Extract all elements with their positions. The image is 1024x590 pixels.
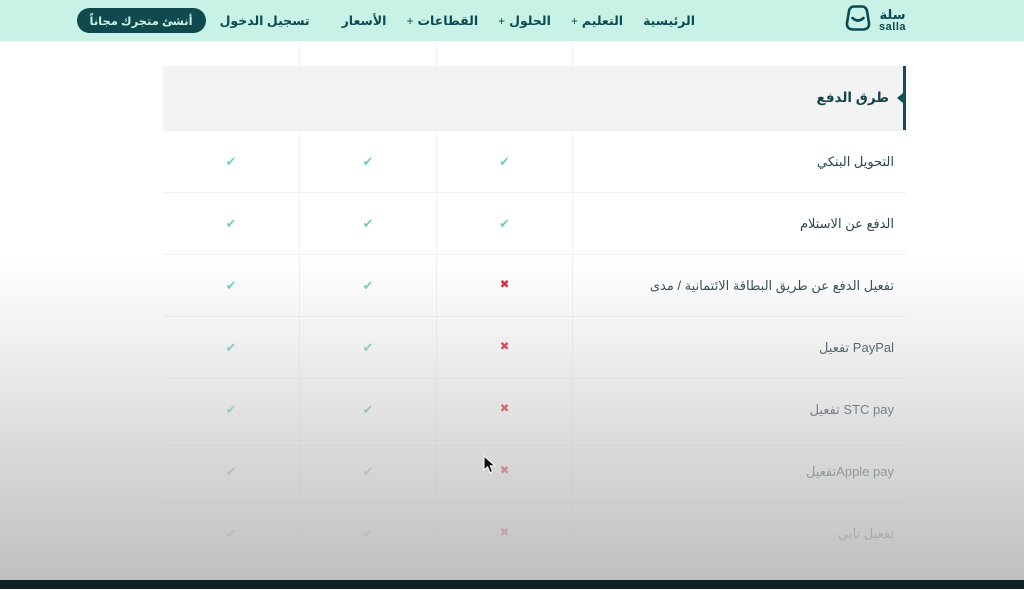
navbar: سلة salla الرئيسية التعليم + الحلول + <box>0 0 1024 41</box>
plus-icon: + <box>406 14 413 28</box>
nav-item-home[interactable]: الرئيسية <box>643 13 695 28</box>
nav-links: الرئيسية التعليم + الحلول + القطاعات + ا… <box>342 13 695 28</box>
row-label: تفعيل الدفع عن طريق البطاقة الائتمانية /… <box>573 255 906 317</box>
partial-row <box>163 41 906 66</box>
check-icon: ✔ <box>363 465 374 478</box>
plus-icon: + <box>571 14 578 28</box>
login-link[interactable]: تسجيل الدخول <box>220 13 310 28</box>
check-icon: ✔ <box>363 155 374 168</box>
table-row: Apple payتفعيل ✖ ✔ ✔ <box>163 441 906 503</box>
nav-item-pricing-label: الأسعار <box>342 13 387 28</box>
check-icon: ✔ <box>226 527 237 540</box>
salla-logo-text: سلة salla <box>879 8 906 33</box>
row-label: PayPal تفعيل <box>573 317 906 379</box>
salla-basket-icon <box>843 3 873 38</box>
check-icon: ✔ <box>226 279 237 292</box>
nav-item-sectors-label: القطاعات <box>417 13 478 28</box>
cross-icon: ✖ <box>500 528 510 540</box>
nav-item-sectors[interactable]: القطاعات + <box>406 13 478 28</box>
plus-icon: + <box>498 14 505 28</box>
check-icon: ✔ <box>226 341 237 354</box>
check-icon: ✔ <box>363 403 374 416</box>
check-icon: ✔ <box>226 403 237 416</box>
check-icon: ✔ <box>363 527 374 540</box>
cross-icon: ✖ <box>500 466 510 478</box>
row-label: تفعيل تابي <box>573 503 906 565</box>
check-icon: ✔ <box>499 217 510 230</box>
nav-item-pricing[interactable]: الأسعار <box>342 13 387 28</box>
check-icon: ✔ <box>363 279 374 292</box>
payment-methods-comparison-table: طرق الدفع التحويل البنكي✔✔✔الدفع عن الاس… <box>163 41 906 590</box>
nav-item-education[interactable]: التعليم + <box>571 13 623 28</box>
table-row: التحويل البنكي ✔ ✔ ✔ <box>163 131 906 193</box>
nav-item-solutions-label: الحلول <box>509 13 551 28</box>
create-store-button[interactable]: أنشئ متجرك مجاناً <box>77 8 206 33</box>
table-body: التحويل البنكي✔✔✔الدفع عن الاستلام✔✔✔تفع… <box>163 131 906 565</box>
nav-item-home-label: الرئيسية <box>643 13 695 28</box>
check-icon: ✔ <box>363 341 374 354</box>
table-row: STC pay تفعيل ✖ ✔ ✔ <box>163 379 906 441</box>
salla-logo-arabic: سلة <box>879 8 906 21</box>
table-row: PayPal تفعيل ✖ ✔ ✔ <box>163 317 906 379</box>
row-label: الدفع عن الاستلام <box>573 193 906 255</box>
table-row: تفعيل تابي ✖ ✔ ✔ <box>163 503 906 565</box>
nav-item-education-label: التعليم <box>582 13 623 28</box>
section-accent-bar <box>903 66 906 130</box>
salla-logo[interactable]: سلة salla <box>843 3 906 38</box>
check-icon: ✔ <box>363 217 374 230</box>
table-row: الدفع عن الاستلام ✔ ✔ ✔ <box>163 193 906 255</box>
check-icon: ✔ <box>226 465 237 478</box>
check-icon: ✔ <box>226 155 237 168</box>
row-label: STC pay تفعيل <box>573 379 906 441</box>
salla-logo-latin: salla <box>879 22 906 33</box>
section-header-payment-methods: طرق الدفع <box>163 66 906 131</box>
cross-icon: ✖ <box>500 280 510 292</box>
cross-icon: ✖ <box>500 342 510 354</box>
row-label: التحويل البنكي <box>573 131 906 193</box>
check-icon: ✔ <box>499 155 510 168</box>
section-accent-arrow-icon <box>897 93 903 103</box>
table-row: تفعيل الدفع عن طريق البطاقة الائتمانية /… <box>163 255 906 317</box>
check-icon: ✔ <box>226 217 237 230</box>
footer-top-strip <box>0 580 1024 589</box>
nav-item-solutions[interactable]: الحلول + <box>498 13 551 28</box>
section-title: طرق الدفع <box>817 90 890 106</box>
row-label: Apple payتفعيل <box>573 441 906 503</box>
cross-icon: ✖ <box>500 404 510 416</box>
